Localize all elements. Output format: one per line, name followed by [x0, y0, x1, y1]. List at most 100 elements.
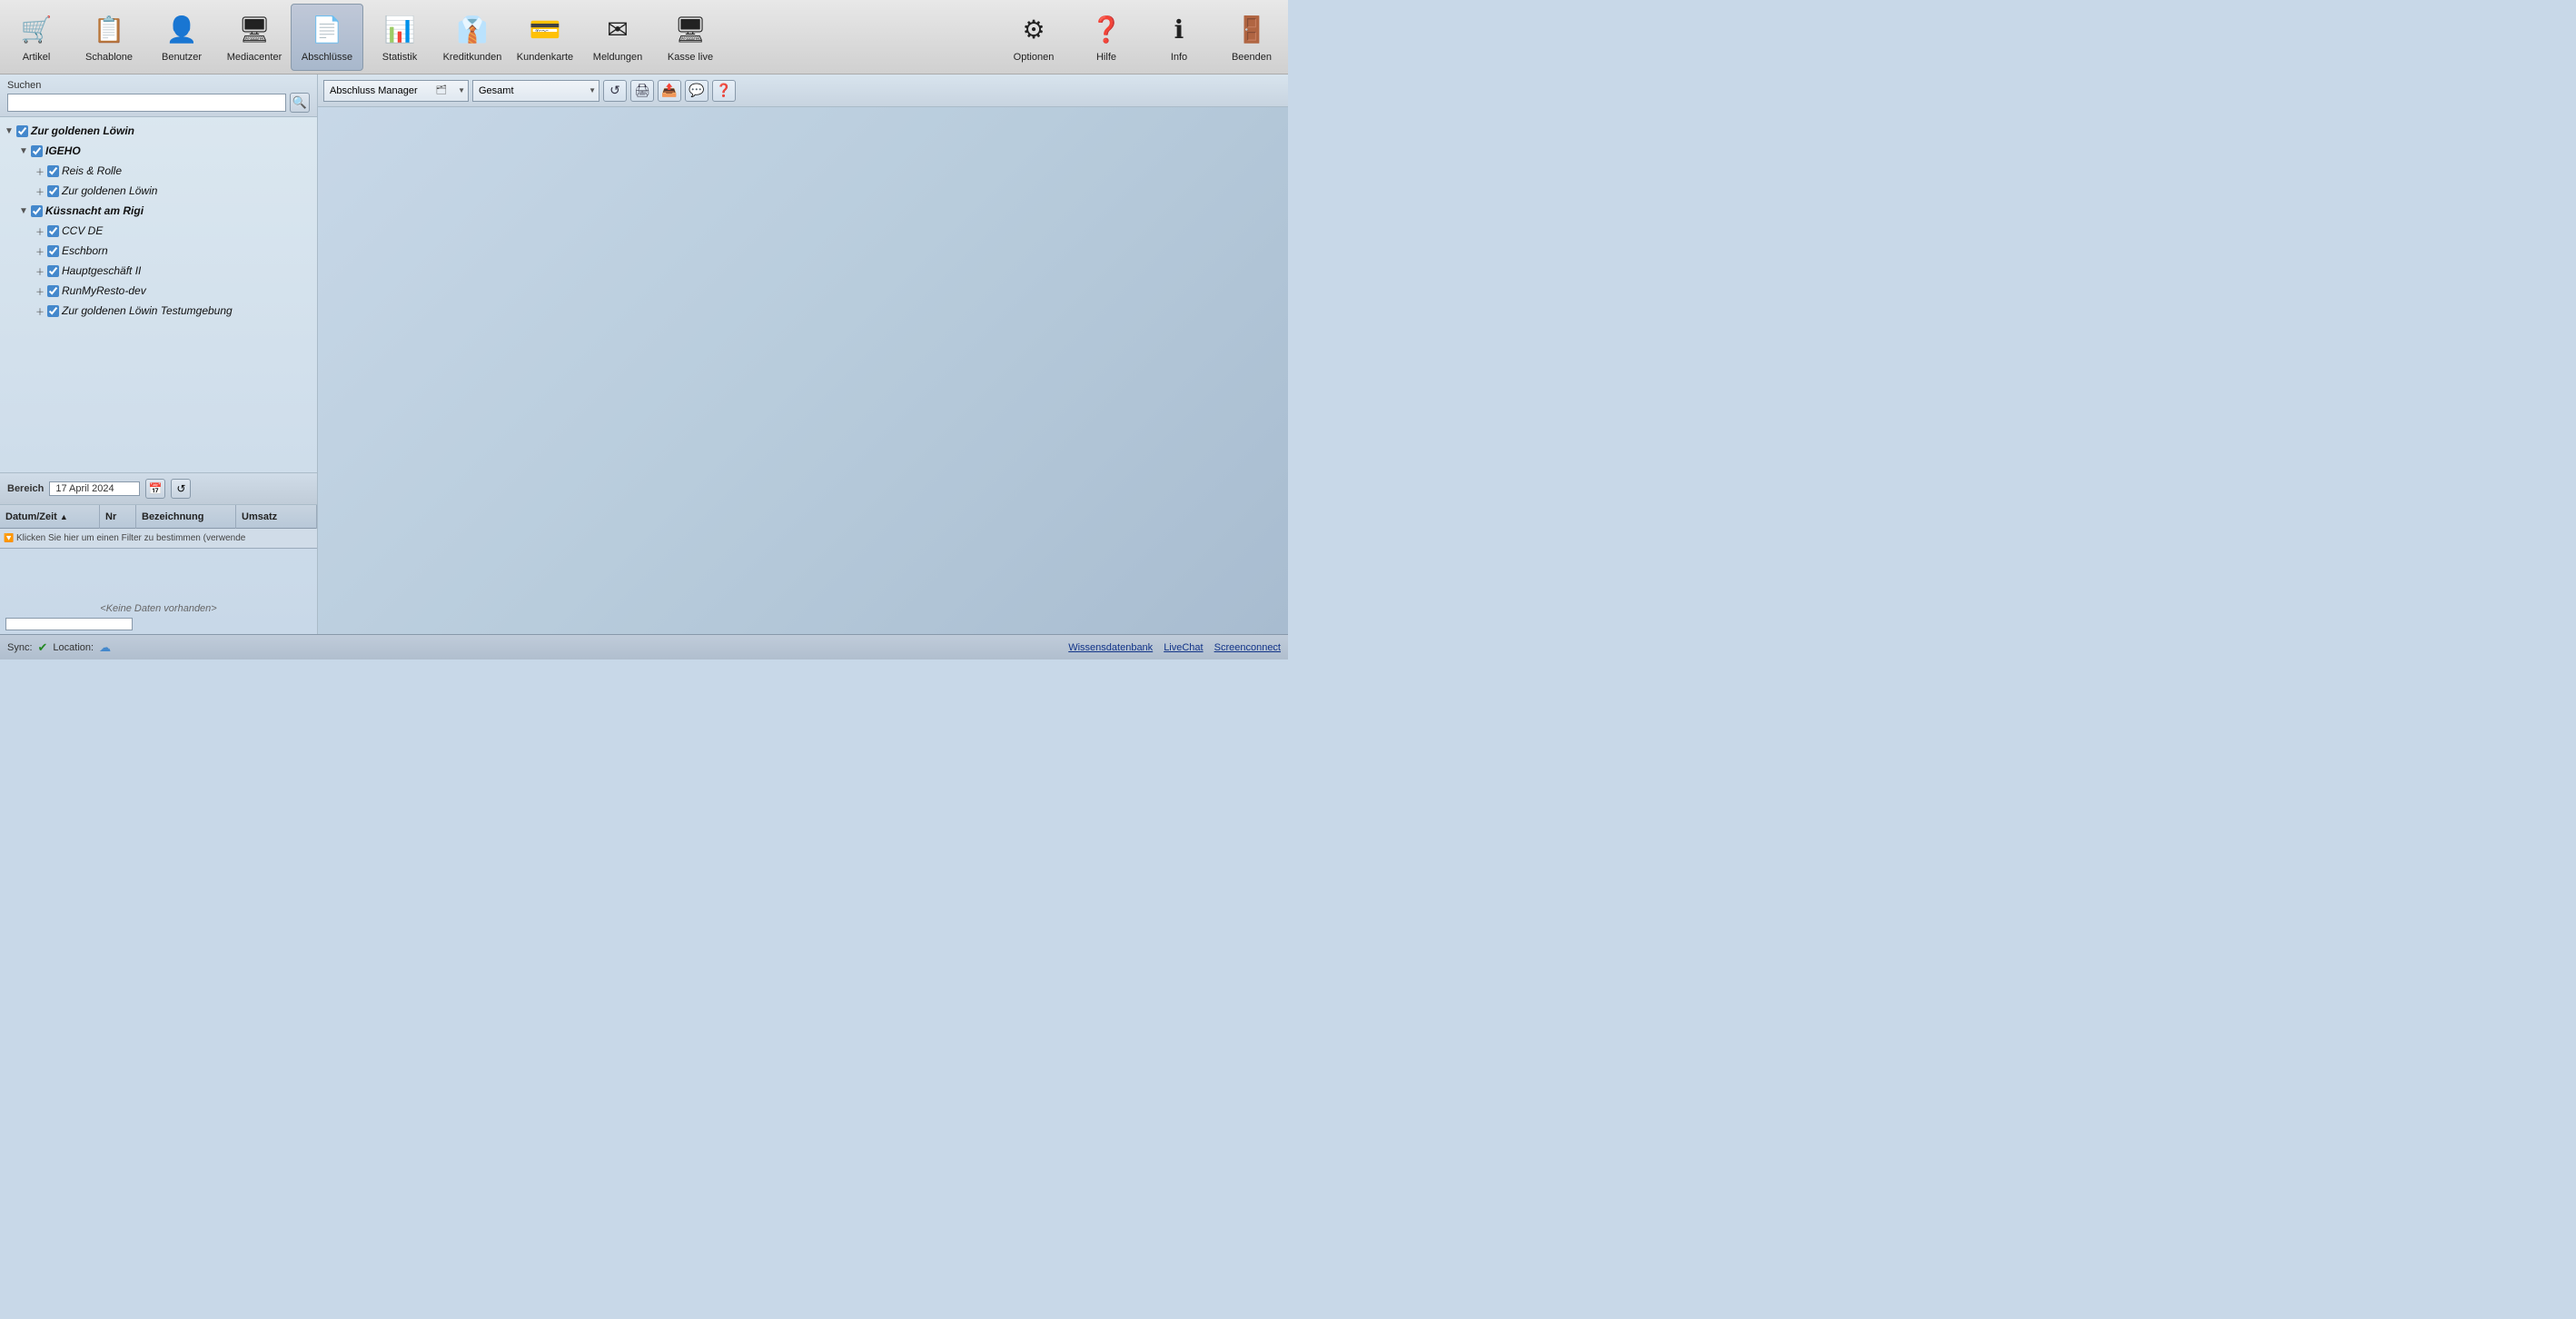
table-header: Datum/Zeit ▲ Nr Bezeichnung Umsatz	[0, 505, 317, 529]
no-data-label: <Keine Daten vorhanden>	[0, 603, 317, 614]
tree-node-zur-goldenen-lowin[interactable]: ＋ Zur goldenen Löwin	[0, 181, 317, 201]
tree-toggle-hauptgeschaft[interactable]: ＋	[33, 263, 47, 278]
tree-checkbox-zur-goldenen-lowin[interactable]	[47, 185, 59, 197]
content-btn-comment[interactable]: 💬	[685, 80, 708, 102]
main-layout: Suchen 🔍 ▼ Zur goldenen Löwin ▼ IGEHO ＋ …	[0, 74, 1288, 634]
toolbar-item-benutzer[interactable]: 👤Benutzer	[145, 4, 218, 71]
toolbar-right: ⚙Optionen❓HilfeℹInfo🚪Beenden	[997, 4, 1288, 71]
tree-toggle-ccv-de[interactable]: ＋	[33, 223, 47, 238]
tree-label-testumgebung: Zur goldenen Löwin Testumgebung	[62, 304, 233, 317]
toolbar-item-schablone[interactable]: 📋Schablone	[73, 4, 145, 71]
tree-checkbox-runmyresto[interactable]	[47, 285, 59, 297]
toolbar-label-mediacenter: Mediacenter	[227, 52, 282, 63]
toolbar-item-info[interactable]: ℹInfo	[1143, 4, 1215, 71]
toolbar-item-abschlusse[interactable]: 📄Abschlüsse	[291, 4, 363, 71]
tree-toggle-kussnacht[interactable]: ▼	[16, 203, 31, 218]
tree-checkbox-testumgebung[interactable]	[47, 305, 59, 317]
tree-checkbox-igeho[interactable]	[31, 145, 43, 157]
toolbar-label-info: Info	[1171, 52, 1187, 63]
tree-root-checkbox[interactable]	[16, 125, 28, 137]
bereich-refresh-button[interactable]: ↺	[171, 479, 191, 499]
tree-toggle-igeho[interactable]: ▼	[16, 144, 31, 158]
tree-toggle-runmyresto[interactable]: ＋	[33, 283, 47, 298]
tree-root[interactable]: ▼ Zur goldenen Löwin	[0, 121, 317, 141]
tree-node-reis-rolle[interactable]: ＋ Reis & Rolle	[0, 161, 317, 181]
toolbar-icon-schablone: 📋	[91, 12, 127, 48]
tree-label-ccv-de: CCV DE	[62, 224, 103, 237]
toolbar-item-beenden[interactable]: 🚪Beenden	[1215, 4, 1288, 71]
tree-checkbox-hauptgeschaft[interactable]	[47, 265, 59, 277]
tree-toggle-reis-rolle[interactable]: ＋	[33, 164, 47, 178]
gesamt-select-wrapper: Gesamt ▼	[472, 80, 599, 102]
toolbar-label-kreditkunden: Kreditkunden	[443, 52, 502, 63]
tree-checkbox-reis-rolle[interactable]	[47, 165, 59, 177]
th-nr[interactable]: Nr	[100, 505, 136, 529]
toolbar-item-mediacenter[interactable]: 🖥Mediacenter	[218, 4, 291, 71]
module-select[interactable]: Abschluss Manager	[323, 80, 469, 102]
tree-label-kussnacht: Küssnacht am Rigi	[45, 204, 144, 217]
tree-node-runmyresto[interactable]: ＋ RunMyResto-dev	[0, 281, 317, 301]
livechat-link[interactable]: LiveChat	[1164, 642, 1203, 653]
search-input[interactable]	[7, 94, 286, 112]
tree-checkbox-kussnacht[interactable]	[31, 205, 43, 217]
content-btn-print[interactable]: 🖨	[630, 80, 654, 102]
content-btn-help[interactable]: ❓	[712, 80, 736, 102]
tree-toggle-zur-goldenen-lowin[interactable]: ＋	[33, 183, 47, 198]
toolbar-icon-kasse-live: 🖥	[672, 12, 708, 48]
filter-icon: 🔽	[2, 531, 16, 546]
toolbar-item-hilfe[interactable]: ❓Hilfe	[1070, 4, 1143, 71]
tree-node-eschborn[interactable]: ＋ Eschborn	[0, 241, 317, 261]
wissensdatenbank-link[interactable]: Wissensdatenbank	[1068, 642, 1153, 653]
toolbar-label-beenden: Beenden	[1232, 52, 1272, 63]
search-button[interactable]: 🔍	[290, 93, 310, 113]
th-umsatz[interactable]: Umsatz	[236, 505, 317, 529]
bereich-calendar-button[interactable]: 📅	[145, 479, 165, 499]
toolbar-item-kreditkunden[interactable]: 👔Kreditkunden	[436, 4, 509, 71]
toolbar: 🛒Artikel📋Schablone👤Benutzer🖥Mediacenter📄…	[0, 0, 1288, 74]
toolbar-left: 🛒Artikel📋Schablone👤Benutzer🖥Mediacenter📄…	[0, 4, 727, 71]
tree-node-hauptgeschaft[interactable]: ＋ Hauptgeschäft II	[0, 261, 317, 281]
tree-root-toggle[interactable]: ▼	[2, 124, 16, 138]
toolbar-label-artikel: Artikel	[23, 52, 51, 63]
tree-children: ▼ IGEHO ＋ Reis & Rolle ＋ Zur goldenen Lö…	[0, 141, 317, 321]
tree-node-igeho[interactable]: ▼ IGEHO	[0, 141, 317, 161]
th-bezeichnung-label: Bezeichnung	[142, 511, 203, 522]
toolbar-label-optionen: Optionen	[1014, 52, 1055, 63]
th-datetime[interactable]: Datum/Zeit ▲	[0, 505, 100, 529]
tree-label-zur-goldenen-lowin: Zur goldenen Löwin	[62, 184, 157, 197]
tree-node-testumgebung[interactable]: ＋ Zur goldenen Löwin Testumgebung	[0, 301, 317, 321]
toolbar-icon-statistik: 📊	[381, 12, 418, 48]
tree-node-ccv-de[interactable]: ＋ CCV DE	[0, 221, 317, 241]
search-label: Suchen	[7, 80, 310, 91]
statusbar-left: Sync: ✔ Location: ☁	[7, 640, 111, 655]
tree-label-runmyresto: RunMyResto-dev	[62, 284, 146, 297]
gesamt-select[interactable]: Gesamt	[472, 80, 599, 102]
content-toolbar-buttons: ↺ 🖨 📤 💬❓	[603, 80, 736, 102]
tree-toggle-testumgebung[interactable]: ＋	[33, 303, 47, 318]
toolbar-label-abschlusse: Abschlüsse	[302, 52, 352, 63]
toolbar-item-meldungen[interactable]: ✉Meldungen	[581, 4, 654, 71]
bereich-label: Bereich	[7, 483, 44, 494]
th-bezeichnung[interactable]: Bezeichnung	[136, 505, 236, 529]
sidebar-bottom	[0, 614, 317, 634]
content-btn-icon-export: 📤	[661, 83, 677, 98]
content-btn-refresh[interactable]: ↺	[603, 80, 627, 102]
tree-node-kussnacht[interactable]: ▼ Küssnacht am Rigi	[0, 201, 317, 221]
toolbar-label-kasse-live: Kasse live	[668, 52, 713, 63]
tree-toggle-eschborn[interactable]: ＋	[33, 243, 47, 258]
toolbar-item-artikel[interactable]: 🛒Artikel	[0, 4, 73, 71]
search-row: 🔍	[7, 93, 310, 113]
toolbar-item-kasse-live[interactable]: 🖥 Kasse live	[654, 4, 727, 71]
filter-row[interactable]: 🔽 Klicken Sie hier um einen Filter zu be…	[0, 529, 317, 549]
tree-root-label: Zur goldenen Löwin	[31, 124, 134, 137]
tree-checkbox-ccv-de[interactable]	[47, 225, 59, 237]
toolbar-item-statistik[interactable]: 📊Statistik	[363, 4, 436, 71]
screenconnect-link[interactable]: Screenconnect	[1214, 642, 1281, 653]
toolbar-item-kundenkarte[interactable]: 💳Kundenkarte	[509, 4, 581, 71]
bereich-area: Bereich 17 April 2024 📅 ↺	[0, 472, 317, 505]
content-btn-export[interactable]: 📤	[658, 80, 681, 102]
statusbar-right: Wissensdatenbank LiveChat Screenconnect	[1068, 642, 1281, 653]
toolbar-item-optionen[interactable]: ⚙Optionen	[997, 4, 1070, 71]
tree-checkbox-eschborn[interactable]	[47, 245, 59, 257]
content-btn-icon-print: 🖨	[634, 83, 650, 98]
